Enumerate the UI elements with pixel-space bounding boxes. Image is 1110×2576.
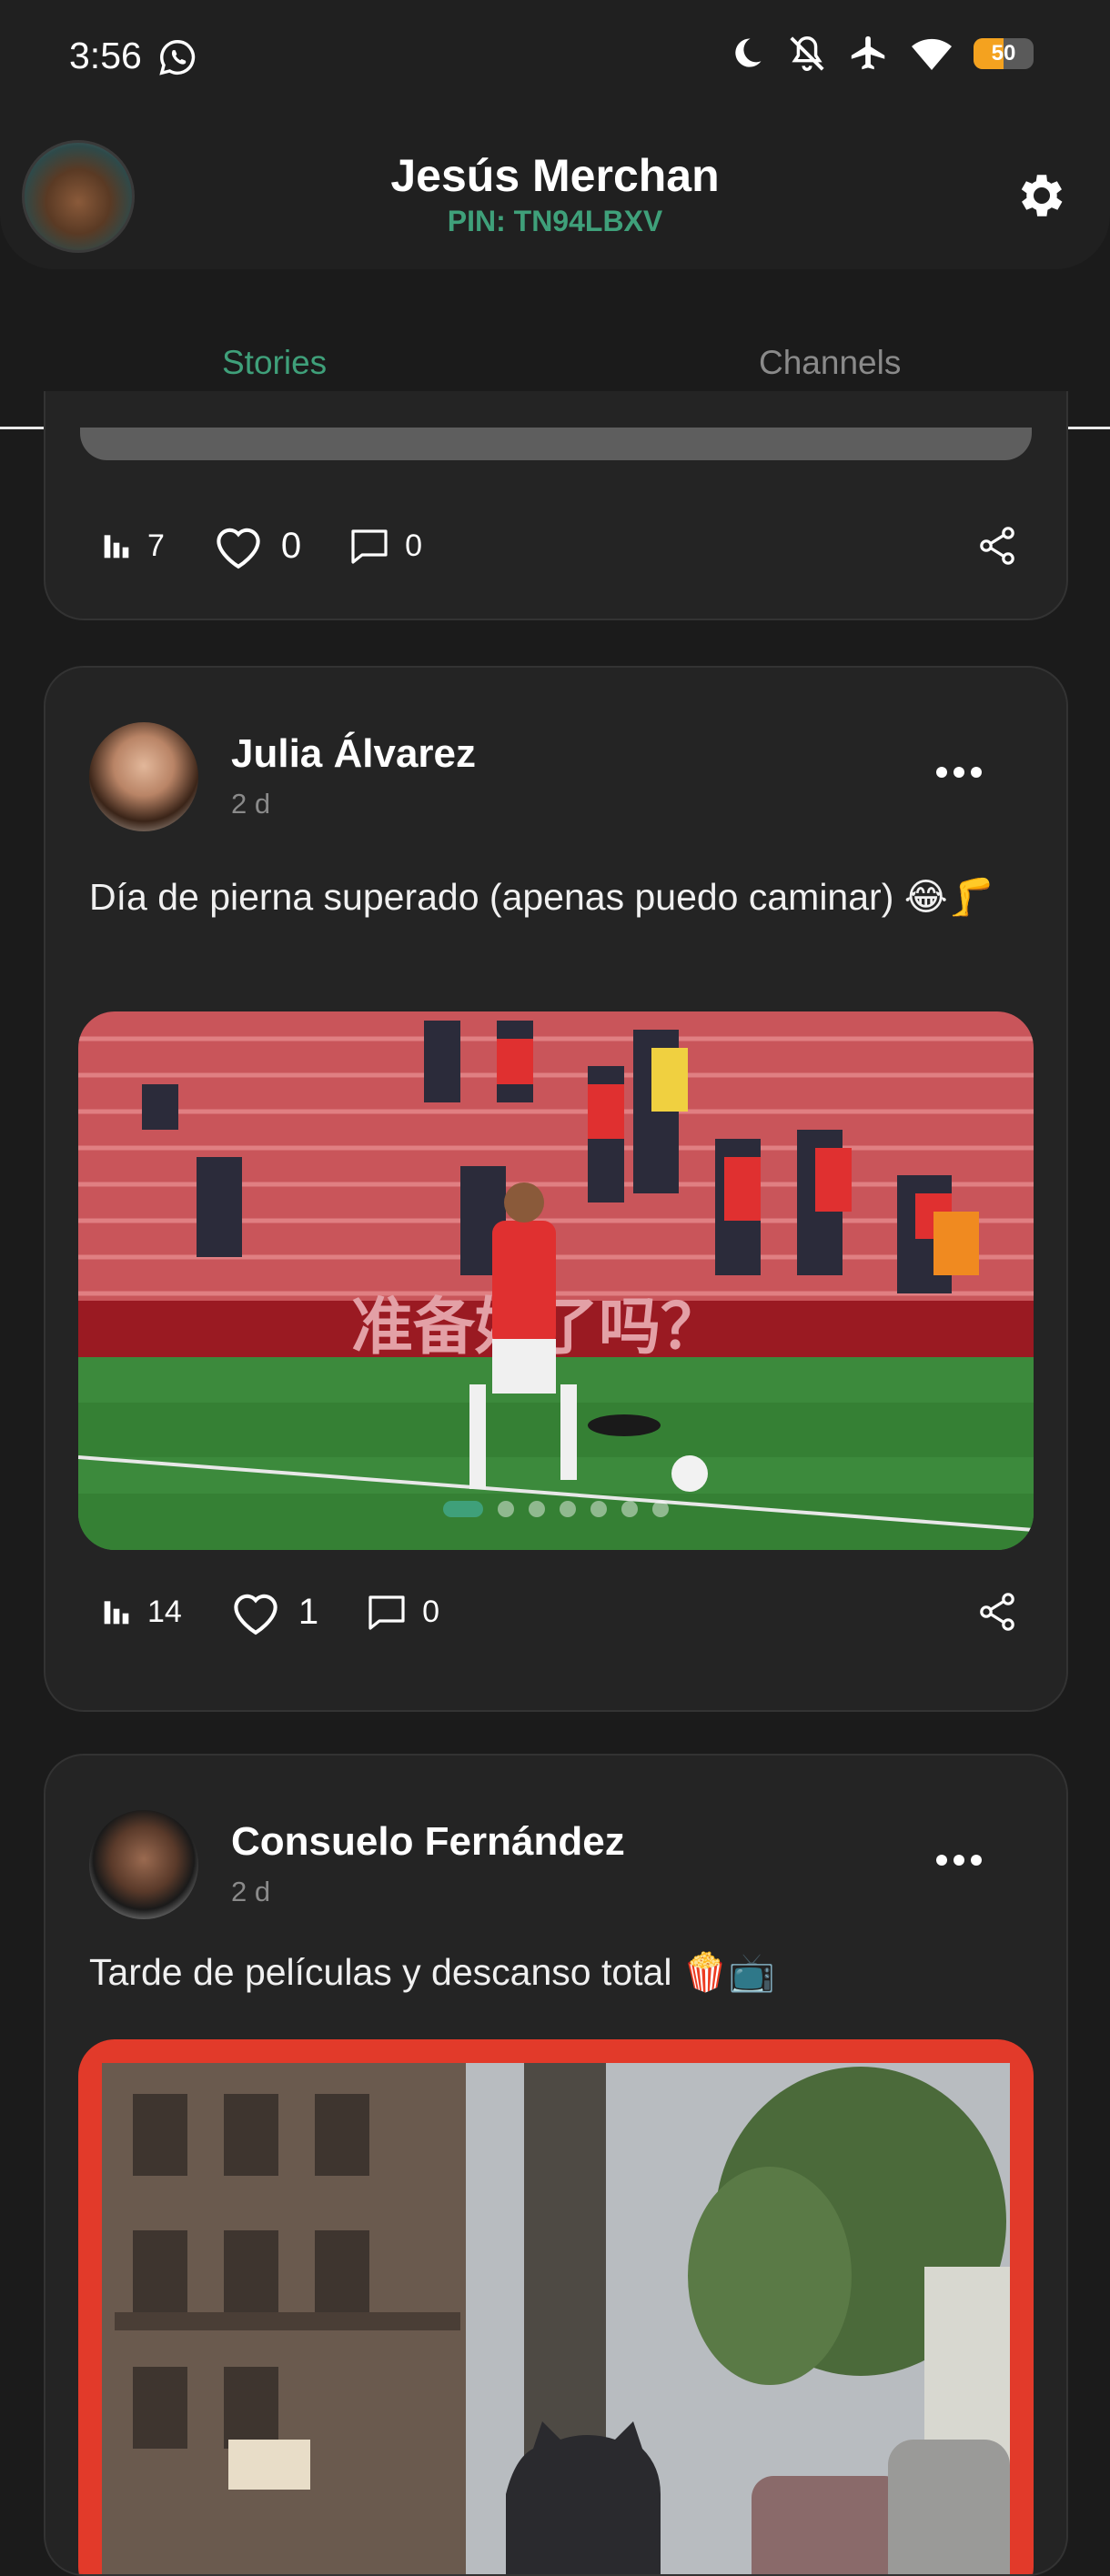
post-time: 2 d xyxy=(231,788,271,820)
comments-count: 0 xyxy=(422,1594,439,1629)
likes-count: 0 xyxy=(280,525,302,566)
heart-icon xyxy=(217,528,260,569)
like-button[interactable]: 1 xyxy=(227,1586,318,1637)
comment-icon xyxy=(368,1595,405,1630)
post-time: 2 d xyxy=(231,1876,271,1907)
moon-icon xyxy=(735,38,762,67)
post-card: Consuelo Fernández 2 d Tarde de película… xyxy=(44,1754,1068,2576)
pager-dot[interactable] xyxy=(443,1501,483,1517)
post-image[interactable]: 准备好了吗？ xyxy=(78,1011,1034,1550)
post-text: Tarde de películas y descanso total 🍿📺 xyxy=(89,1951,775,1993)
share-icon[interactable] xyxy=(975,524,1019,568)
post-image[interactable] xyxy=(80,428,1032,460)
gear-icon[interactable] xyxy=(1014,167,1070,224)
views-stat: 7 xyxy=(98,528,165,564)
bell-off-icon xyxy=(790,36,824,71)
like-button[interactable]: 0 xyxy=(210,520,301,571)
post-stats: 14 1 0 xyxy=(98,1586,485,1637)
more-options-icon[interactable] xyxy=(935,1854,983,1867)
views-count: 7 xyxy=(147,528,165,563)
bar-chart-icon xyxy=(104,1601,129,1625)
post-text: Día de pierna superado (apenas puedo cam… xyxy=(89,876,994,918)
author-avatar[interactable] xyxy=(89,1810,198,1919)
comment-button[interactable]: 0 xyxy=(364,1590,439,1634)
post-stats: 7 0 0 xyxy=(98,520,468,571)
author-name[interactable]: Consuelo Fernández xyxy=(231,1819,625,1865)
wifi-icon xyxy=(912,38,952,70)
share-icon[interactable] xyxy=(975,1590,1019,1634)
status-bar: 3:56 50 xyxy=(0,0,1110,116)
comment-button[interactable]: 0 xyxy=(347,524,422,568)
tab-stories[interactable]: Stories xyxy=(222,344,327,382)
likes-count: 1 xyxy=(298,1591,319,1632)
views-count: 14 xyxy=(147,1594,182,1629)
pager-dot[interactable] xyxy=(590,1501,607,1517)
profile-header: Jesús Merchan PIN: TN94LBXV xyxy=(0,116,1110,269)
pager-dot[interactable] xyxy=(498,1501,514,1517)
heart-icon xyxy=(234,1594,278,1635)
battery-icon: 50 xyxy=(974,38,1034,69)
pager-dot[interactable] xyxy=(621,1501,638,1517)
author-name[interactable]: Julia Álvarez xyxy=(231,731,476,777)
comment-icon xyxy=(351,529,388,564)
more-options-icon[interactable] xyxy=(935,766,983,779)
whatsapp-icon xyxy=(159,40,196,75)
stadium-photo: 准备好了吗？ xyxy=(78,1011,1034,1550)
pager-dot[interactable] xyxy=(529,1501,545,1517)
pager-dot[interactable] xyxy=(560,1501,576,1517)
post-image[interactable] xyxy=(78,2039,1034,2574)
profile-name: Jesús Merchan xyxy=(390,150,720,201)
pager-dot[interactable] xyxy=(652,1501,669,1517)
author-avatar[interactable] xyxy=(89,722,198,831)
post-card: Julia Álvarez 2 d Día de pierna superado… xyxy=(44,666,1068,1712)
street-photo xyxy=(102,2063,1010,2574)
tab-channels[interactable]: Channels xyxy=(759,344,901,382)
profile-pin: PIN: TN94LBXV xyxy=(447,205,663,237)
comments-count: 0 xyxy=(405,528,423,563)
airplane-icon xyxy=(851,35,885,70)
image-pager xyxy=(78,1501,1034,1517)
post-card: 7 0 0 xyxy=(44,391,1068,620)
views-stat: 14 xyxy=(98,1594,182,1630)
bar-chart-icon xyxy=(104,535,129,558)
battery-level: 50 xyxy=(991,41,1016,65)
status-time: 3:56 xyxy=(69,35,142,76)
